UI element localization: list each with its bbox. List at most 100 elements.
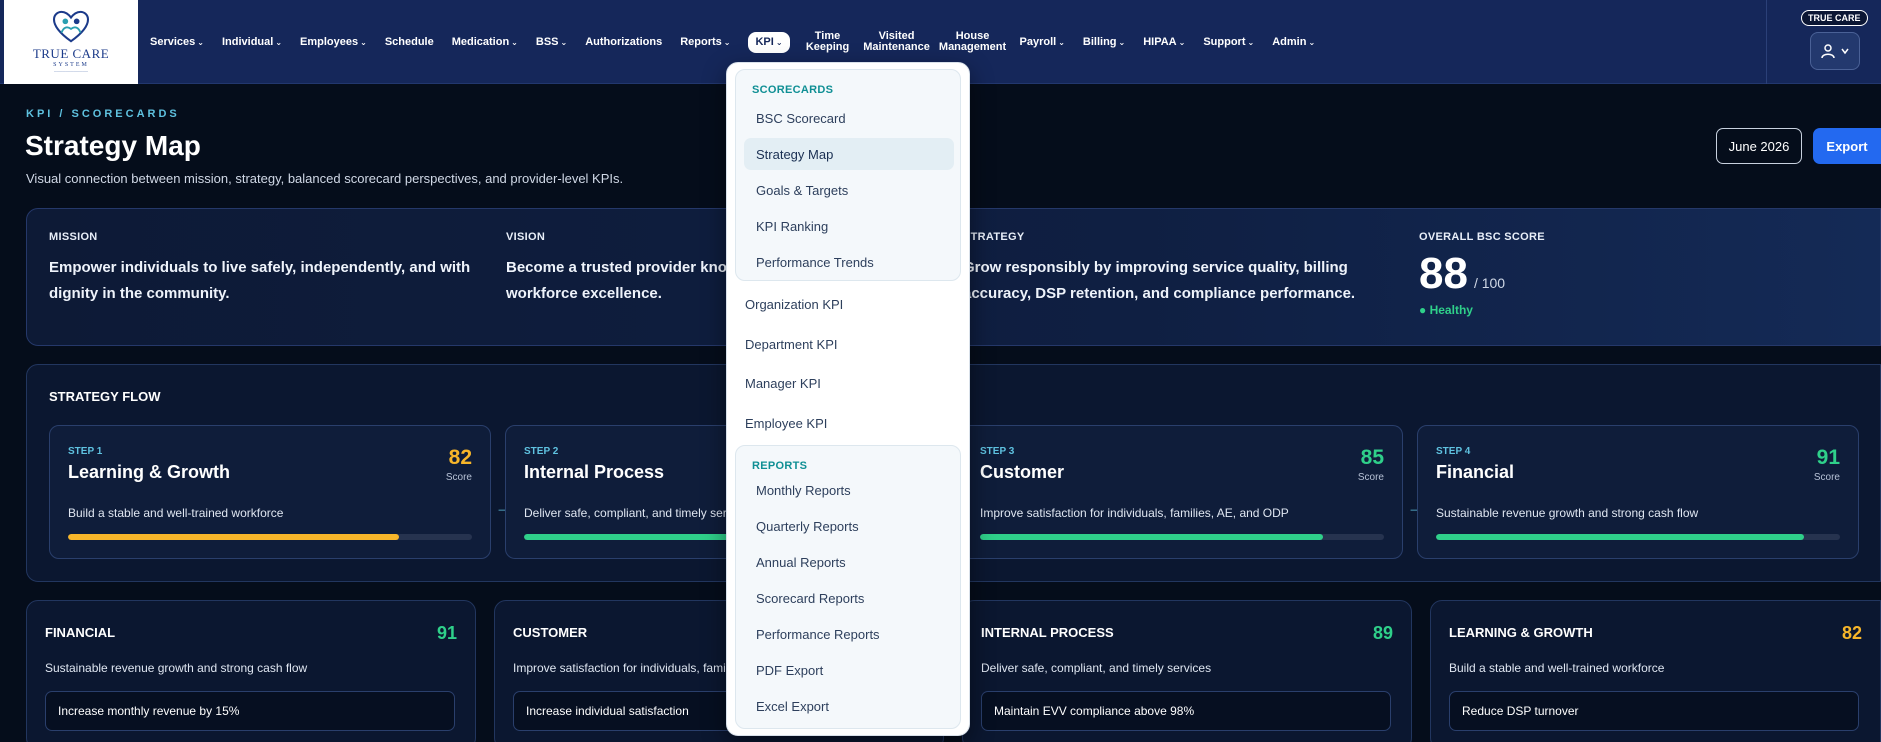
menu-item-employee-kpi[interactable]: Employee KPI (745, 416, 827, 431)
overall-score-label: OVERALL BSC SCORE (1419, 231, 1545, 243)
chevron-down-icon: ⌄ (1178, 37, 1186, 47)
step-score-label: Score (1357, 472, 1384, 483)
perspective-score: 89 (1372, 623, 1393, 643)
reports-group: REPORTS Monthly Reports Quarterly Reports… (735, 445, 961, 729)
menu-item-performance-trends[interactable]: Performance Trends (744, 246, 954, 278)
perspective-description: Sustainable revenue growth and strong ca… (45, 661, 308, 675)
step-description: Sustainable revenue growth and strong ca… (1436, 506, 1699, 520)
nav-services[interactable]: Services ⌄ (150, 35, 204, 48)
strategy-label: STRATEGY (963, 231, 1025, 243)
step-score: 85 (1360, 446, 1384, 469)
nav-visited-maintenance[interactable]: Visited Maintenance (863, 31, 930, 53)
menu-item-scorecard-reports[interactable]: Scorecard Reports (744, 582, 954, 614)
chevron-down-icon: ⌄ (275, 37, 283, 47)
perspective-title: FINANCIAL (45, 625, 116, 640)
nav-individual[interactable]: Individual ⌄ (222, 36, 283, 48)
menu-item-quarterly-reports[interactable]: Quarterly Reports (744, 510, 954, 542)
step-description: Deliver safe, compliant, and timely serv… (524, 506, 755, 520)
perspective-goal-item[interactable]: Reduce DSP turnover (1449, 691, 1859, 731)
brand-pill: TRUE CARE (1801, 10, 1868, 26)
strategy-text: Grow responsibly by improving service qu… (963, 259, 1356, 302)
step-progress-fill (68, 534, 400, 540)
nav-label: Support (1203, 35, 1246, 48)
nav-employees[interactable]: Employees ⌄ (300, 35, 367, 48)
nav-label: Admin (1272, 35, 1307, 48)
nav-label: Services (150, 35, 196, 48)
perspective-card-financial[interactable]: FINANCIAL 91 Sustainable revenue growth an… (26, 600, 476, 742)
nav-label: Employees (300, 35, 359, 48)
nav-medication[interactable]: Medication ⌄ (451, 35, 518, 48)
nav-billing[interactable]: Billing ⌄ (1082, 35, 1126, 48)
nav-label: Visited Maintenance (863, 30, 930, 53)
nav-house-management[interactable]: House Management (939, 31, 1006, 53)
reports-heading: REPORTS (752, 460, 808, 472)
nav-label: Payroll (1019, 35, 1057, 48)
user-menu-button[interactable] (1810, 32, 1860, 70)
logo-subtitle: SYSTEM (53, 62, 89, 68)
step-progress-fill (980, 534, 1324, 540)
strategy-step-financial[interactable]: STEP 4 Financial 91 Score Sustainable revenu… (1417, 425, 1859, 559)
menu-item-pdf-export[interactable]: PDF Export (744, 654, 954, 686)
chevron-down-icon: ⌄ (775, 37, 783, 47)
perspective-goal-item[interactable]: Maintain EVV compliance above 98% (981, 691, 1391, 731)
menu-item-department-kpi[interactable]: Department KPI (745, 337, 838, 352)
page-title: Strategy Map (25, 130, 201, 161)
menu-item-annual-reports[interactable]: Annual Reports (744, 546, 954, 578)
step-title: Learning & Growth (68, 462, 230, 482)
nav-payroll[interactable]: Payroll ⌄ (1019, 35, 1065, 48)
menu-item-excel-export[interactable]: Excel Export (744, 690, 954, 722)
menu-item-bsc-scorecard[interactable]: BSC Scorecard (744, 102, 954, 134)
menu-item-goals-and-targets[interactable]: Goals & Targets (744, 174, 954, 206)
heart-family-icon (52, 10, 90, 43)
overall-score-max: / 100 (1473, 275, 1506, 291)
perspective-title: LEARNING & GROWTH (1449, 625, 1593, 640)
nav-schedule[interactable]: Schedule (385, 36, 434, 48)
nav-label: Billing (1082, 35, 1117, 48)
nav-label: Medication (451, 35, 510, 48)
chevron-down-icon: ⌄ (1058, 37, 1065, 47)
strategy-step-learning-and-growth[interactable]: STEP 1 Learning & Growth 82 Score Build a st… (49, 425, 491, 559)
kpi-dropdown-menu: SCORECARDS BSC Scorecard Strategy Map Goal… (726, 62, 970, 736)
header-right: TRUE CARE (1766, 0, 1881, 84)
menu-item-organization-kpi[interactable]: Organization KPI (745, 297, 843, 312)
step-description: Improve satisfaction for individuals, fa… (980, 506, 1289, 520)
nav-time-keeping[interactable]: Time Keeping (806, 31, 850, 53)
step-description: Build a stable and well-trained workforc… (68, 506, 284, 520)
step-score: 91 (1816, 446, 1840, 469)
menu-item-manager-kpi[interactable]: Manager KPI (745, 376, 821, 391)
step-progress-bar (980, 534, 1384, 540)
logo-title: TRUE CARE (32, 46, 110, 61)
chevron-down-icon: ⌄ (1247, 37, 1255, 47)
nav-admin[interactable]: Admin ⌄ (1272, 35, 1315, 48)
perspective-description: Deliver safe, compliant, and timely serv… (981, 661, 1212, 675)
perspective-card-internal-process[interactable]: INTERNAL PROCESS 89 Deliver safe, complian… (962, 600, 1412, 742)
strategy-section: STRATEGY Grow responsibly by improving s… (963, 231, 1403, 307)
nav-bss[interactable]: BSS ⌄ (536, 36, 568, 48)
nav-authorizations[interactable]: Authorizations (585, 36, 662, 48)
menu-item-performance-reports[interactable]: Performance Reports (744, 618, 954, 650)
user-icon (1821, 44, 1835, 59)
step-progress-bar (68, 534, 472, 540)
nav-support[interactable]: Support ⌄ (1203, 35, 1255, 48)
month-selector-button[interactable]: June 2026 (1716, 128, 1802, 164)
nav-kpi[interactable]: KPI ⌄ (748, 31, 790, 53)
menu-item-strategy-map[interactable]: Strategy Map (744, 138, 954, 170)
perspective-score: 82 (1841, 623, 1862, 643)
strategy-step-customer[interactable]: STEP 3 Customer 85 Score Improve satisfactio… (961, 425, 1403, 559)
logo[interactable]: TRUE CARE SYSTEM ──────────── (4, 0, 138, 84)
overall-score-value: 88 (1419, 249, 1468, 298)
chevron-down-icon: ⌄ (560, 37, 568, 47)
chevron-down-icon: ⌄ (1118, 37, 1126, 47)
perspective-card-learning-and-growth[interactable]: LEARNING & GROWTH 82 Build a stable and we… (1430, 600, 1881, 742)
menu-item-monthly-reports[interactable]: Monthly Reports (744, 474, 954, 506)
nav-label: Time Keeping (805, 30, 850, 53)
nav-reports[interactable]: Reports ⌄ (680, 36, 730, 48)
export-button[interactable]: Export (1813, 128, 1881, 164)
menu-item-kpi-ranking[interactable]: KPI Ranking (744, 210, 954, 242)
step-title: Financial (1436, 462, 1515, 482)
step-number: STEP 2 (524, 446, 559, 457)
nav-hipaa[interactable]: HIPAA ⌄ (1143, 36, 1186, 48)
step-progress-bar (1436, 534, 1840, 540)
nav-label: KPI (755, 35, 774, 48)
perspective-goal-item[interactable]: Increase monthly revenue by 15% (45, 691, 455, 731)
